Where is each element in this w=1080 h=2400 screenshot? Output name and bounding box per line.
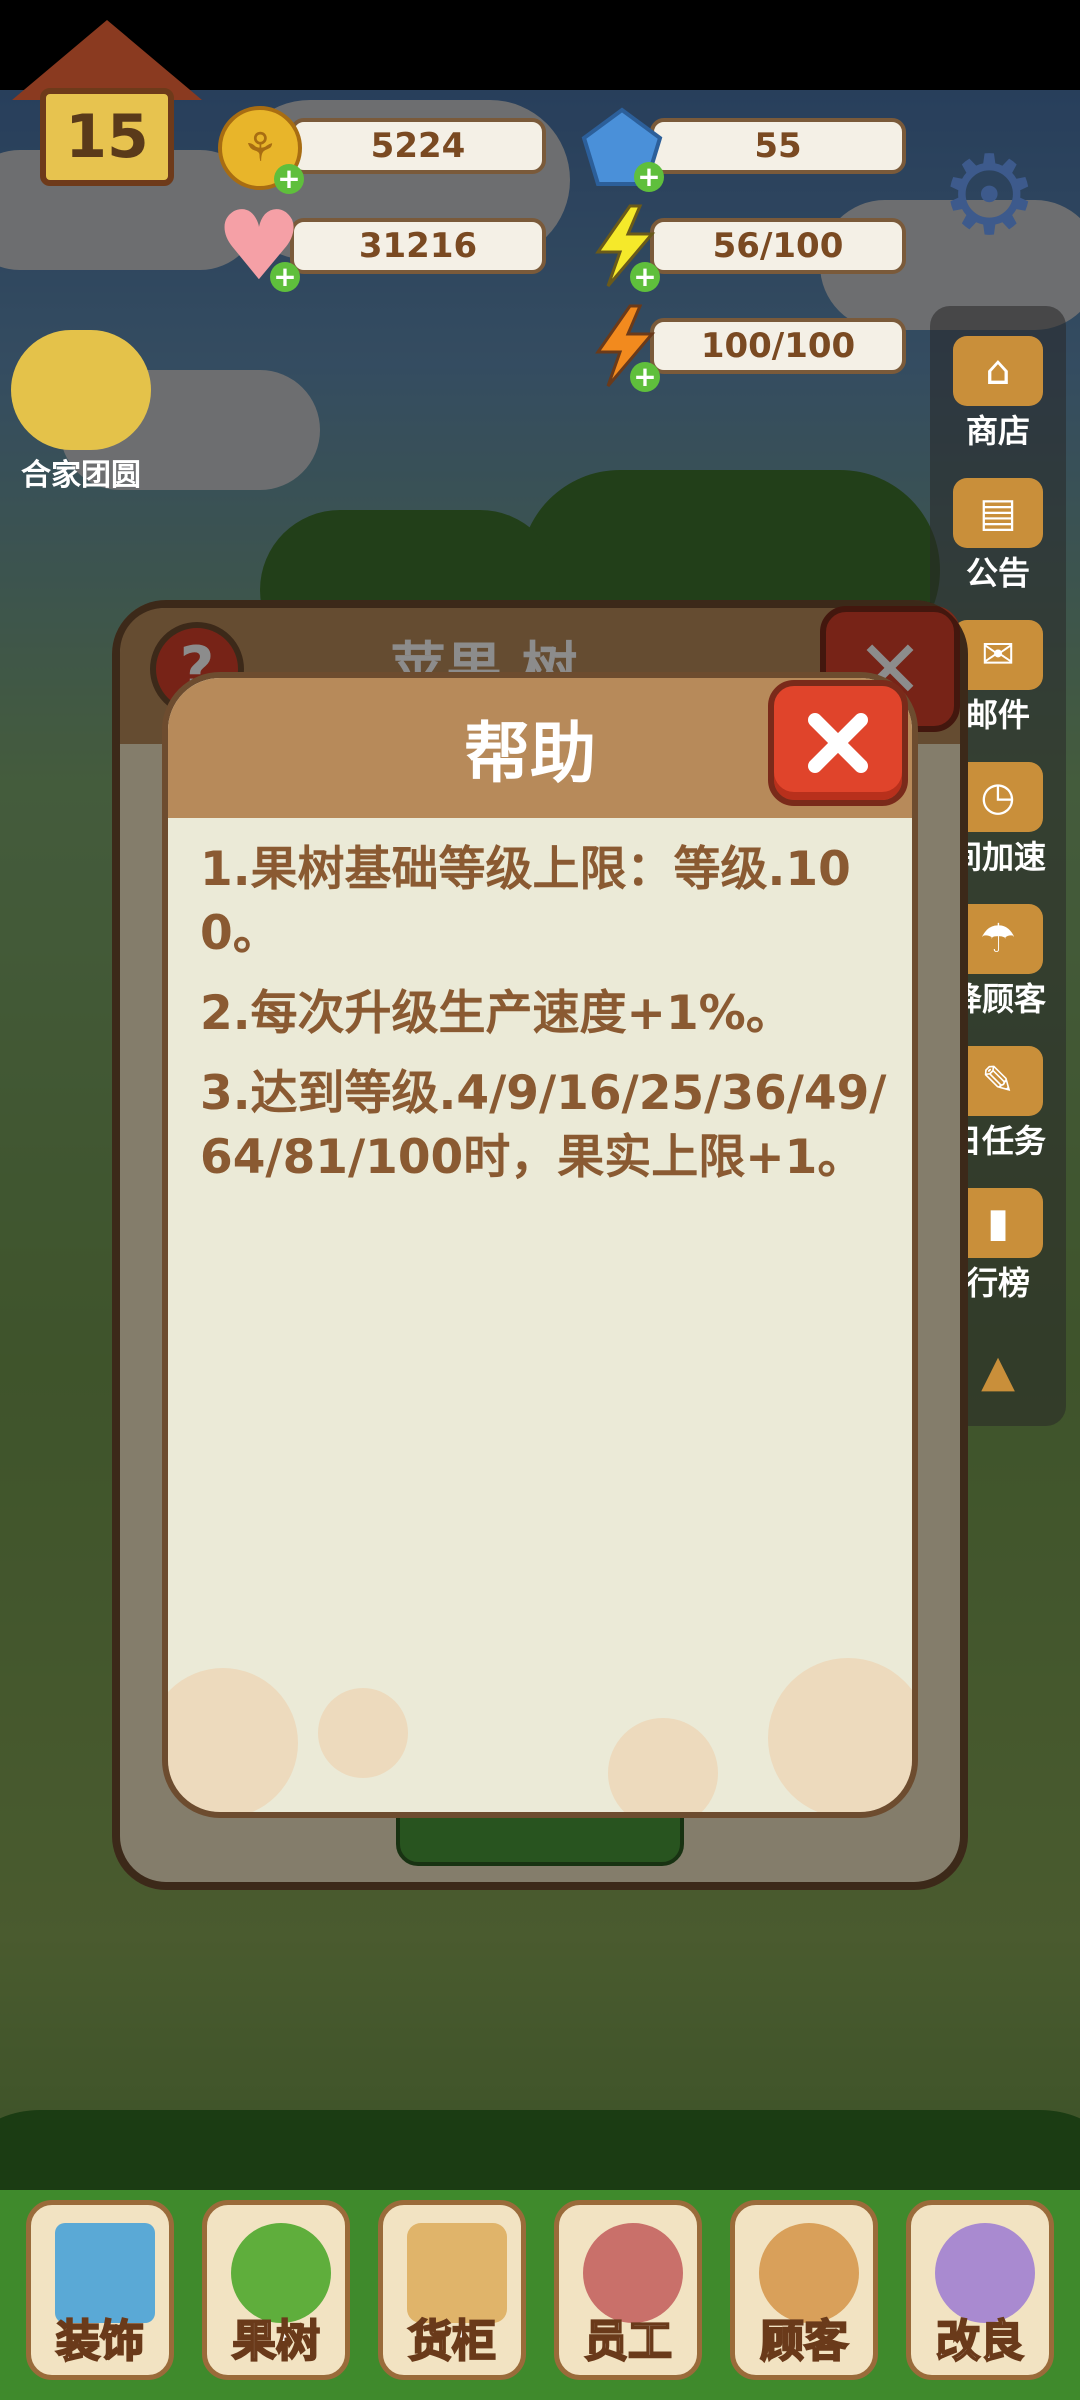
side-item-notice[interactable]: ▤ 公告	[930, 478, 1066, 594]
apple-watermark	[168, 1668, 298, 1812]
energy-orange-counter: 100/100	[650, 318, 906, 374]
level-value: 15	[40, 88, 174, 186]
help-content: 1.果树基础等级上限：等级.100。 2.每次升级生产速度+1%。 3.达到等级…	[200, 838, 890, 1206]
close-icon	[808, 713, 868, 773]
add-energy-yellow-icon[interactable]: +	[630, 262, 660, 292]
notice-icon: ▤	[953, 478, 1043, 548]
peach-watermark	[768, 1658, 912, 1812]
bottom-nav-label: 员工	[583, 2315, 673, 2368]
bottom-nav-label: 顾客	[759, 2315, 849, 2368]
bottom-nav-label: 果树	[231, 2315, 321, 2368]
help-dialog: 帮助 1.果树基础等级上限：等级.100。 2.每次升级生产速度+1%。 3.达…	[162, 672, 918, 1818]
help-item: 1.果树基础等级上限：等级.100。	[200, 842, 851, 961]
help-close-button[interactable]	[768, 680, 908, 806]
bottom-nav-label: 装饰	[55, 2315, 145, 2368]
bottom-nav-fruit-tree[interactable]: 果树	[202, 2200, 350, 2380]
fruit-watermark	[608, 1718, 718, 1812]
side-item-label: 商店	[965, 412, 1030, 450]
fruit-watermark	[318, 1688, 408, 1778]
help-item: 3.达到等级.4/9/16/25/36/49/64/81/100时，果实上限+1…	[200, 1066, 887, 1185]
bottom-nav-staff[interactable]: 员工	[554, 2200, 702, 2380]
gem-counter: 55	[650, 118, 906, 174]
family-reunion-label: 合家团圆	[21, 458, 141, 493]
level-house[interactable]: 15	[12, 20, 202, 195]
bottom-nav-label: 改良	[935, 2315, 1025, 2368]
heart-icon: ♥ +	[215, 190, 303, 302]
bottom-nav-improve[interactable]: 改良	[906, 2200, 1054, 2380]
lightning-orange-icon: +	[590, 304, 660, 392]
help-item: 2.每次升级生产速度+1%。	[200, 986, 793, 1041]
bottom-nav-decorate[interactable]: 装饰	[26, 2200, 174, 2380]
add-gems-icon[interactable]: +	[634, 162, 664, 192]
bottom-nav-customers[interactable]: 顾客	[730, 2200, 878, 2380]
gem-icon: +	[580, 106, 664, 192]
bottom-nav-label: 货柜	[407, 2315, 497, 2368]
settings-gear-icon[interactable]: ⚙	[940, 140, 1039, 250]
bottom-nav-cabinet[interactable]: 货柜	[378, 2200, 526, 2380]
side-item-shop[interactable]: ⌂ 商店	[930, 336, 1066, 452]
energy-yellow-counter: 56/100	[650, 218, 906, 274]
add-energy-orange-icon[interactable]: +	[630, 362, 660, 392]
side-item-label: 公告	[965, 554, 1030, 592]
lightning-yellow-icon: +	[590, 204, 660, 292]
coin-icon: ⚘ +	[218, 106, 304, 194]
shop-icon: ⌂	[953, 336, 1043, 406]
coin-counter: 5224	[290, 118, 546, 174]
add-hearts-icon[interactable]: +	[270, 262, 300, 292]
heart-counter: 31216	[290, 218, 546, 274]
family-reunion-button[interactable]: 合家团圆	[6, 330, 156, 494]
family-reunion-icon	[11, 330, 151, 450]
